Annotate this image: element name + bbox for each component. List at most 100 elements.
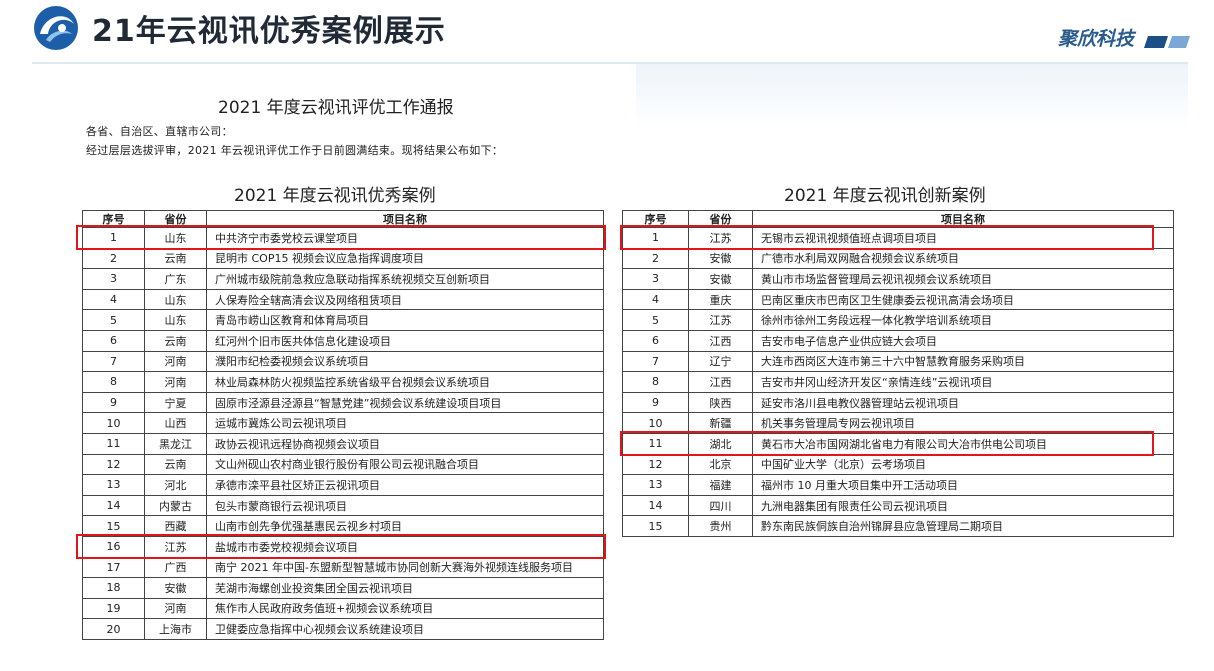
cell-province: 云南 (144, 453, 207, 476)
cell-no: 5 (82, 309, 145, 331)
cell-project-name: 大连市西岗区大连市第三十六中智慧教育服务采购项目 (752, 350, 1174, 373)
cell-project-name: 吉安市电子信息产业供应链大会项目 (752, 329, 1174, 352)
page-title: 21年云视讯优秀案例展示 (92, 14, 446, 49)
table-row: 5 山东 青岛市崂山区教育和体育局项目 (82, 309, 604, 331)
cell-no: 11 (82, 432, 145, 455)
cell-no: 2 (82, 247, 145, 270)
table-row: 13 福建 福州市 10 月重大项目集中开工活动项目 (622, 474, 1174, 496)
innovation-cases-table: 序号 省份 项目名称 1 江苏 无锡市云视讯视频值班点调项目项目 2 安徽 广德市水利局双… (622, 210, 1174, 537)
table-row: 6 江西 吉安市电子信息产业供应链大会项目 (622, 329, 1174, 352)
cell-no: 4 (622, 288, 689, 311)
cell-project-name: 黄山市市场监督管理局云视讯视频会议系统项目 (752, 268, 1174, 290)
highlight-box (76, 225, 606, 250)
table-row: 8 江西 吉安市井冈山经济开发区“亲情连线”云视讯项目 (622, 371, 1174, 393)
table-row: 4 山东 人保寿险全辖高清会议及网络租赁项目 (82, 288, 604, 311)
brand-stripes-icon (1144, 36, 1190, 48)
cell-province: 宁夏 (144, 391, 207, 414)
table-row: 13 河北 承德市滦平县社区矫正云视讯项目 (82, 474, 604, 496)
cell-project-name: 焦作市人民政府政务值班+视频会议系统项目 (206, 597, 604, 620)
cell-no: 17 (82, 556, 145, 579)
table-row: 17 广西 南宁 2021 年中国-东盟新型智慧城市协同创新大赛海外视频连线服务项目 (82, 556, 604, 579)
cell-no: 19 (82, 597, 145, 620)
cell-project-name: 青岛市崂山区教育和体育局项目 (206, 309, 604, 331)
cell-province: 安徽 (144, 577, 207, 599)
cell-province: 贵州 (688, 515, 753, 537)
cell-project-name: 南宁 2021 年中国-东盟新型智慧城市协同创新大赛海外视频连线服务项目 (206, 556, 604, 579)
cell-province: 山东 (144, 309, 207, 331)
cell-no: 3 (82, 268, 145, 290)
highlight-box (76, 534, 606, 559)
table-row: 19 河南 焦作市人民政府政务值班+视频会议系统项目 (82, 597, 604, 620)
cell-project-name: 昆明市 COP15 视频会议应急指挥调度项目 (206, 247, 604, 270)
cell-project-name: 巴南区重庆市巴南区卫生健康委云视讯高清会场项目 (752, 288, 1174, 311)
table-row: 15 贵州 黔东南民族侗族自治州锦屏县应急管理局二期项目 (622, 515, 1174, 537)
cell-province: 内蒙古 (144, 494, 207, 517)
cell-no: 8 (82, 371, 145, 393)
cell-project-name: 广州城市级院前急救应急联动指挥系统视频交互创新项目 (206, 268, 604, 290)
cell-no: 4 (82, 288, 145, 311)
cell-project-name: 包头市蒙商银行云视讯项目 (206, 494, 604, 517)
table-row: 8 河南 林业局森林防火视频监控系统省级平台视频会议系统项目 (82, 371, 604, 393)
brand-name: 聚欣科技 (1058, 28, 1135, 50)
cell-province: 河北 (144, 474, 207, 496)
cell-no: 5 (622, 309, 689, 331)
table-row: 2 安徽 广德市水利局双网融合视频会议系统项目 (622, 247, 1174, 270)
cell-no: 3 (622, 268, 689, 290)
table-row: 2 云南 昆明市 COP15 视频会议应急指挥调度项目 (82, 247, 604, 270)
table-row: 4 重庆 巴南区重庆市巴南区卫生健康委云视讯高清会场项目 (622, 288, 1174, 311)
cell-project-name: 黔东南民族侗族自治州锦屏县应急管理局二期项目 (752, 515, 1174, 537)
cell-project-name: 福州市 10 月重大项目集中开工活动项目 (752, 474, 1174, 496)
cell-project-name: 承德市滦平县社区矫正云视讯项目 (206, 474, 604, 496)
cell-province: 山东 (144, 288, 207, 311)
cell-no: 9 (622, 391, 689, 414)
excellent-cases-table: 序号 省份 项目名称 1 山东 中共济宁市委党校云课堂项目 2 云南 昆明市 COP15 … (82, 210, 604, 640)
cell-no: 13 (622, 474, 689, 496)
document-salutation: 各省、自治区、直辖市公司： (86, 125, 233, 138)
cell-project-name: 广德市水利局双网融合视频会议系统项目 (752, 247, 1174, 270)
cell-no: 12 (82, 453, 145, 476)
cell-project-name: 吉安市井冈山经济开发区“亲情连线”云视讯项目 (752, 371, 1174, 393)
table-row: 14 内蒙古 包头市蒙商银行云视讯项目 (82, 494, 604, 517)
cell-no: 7 (82, 350, 145, 373)
cell-project-name: 固原市泾源县泾源县“智慧党建”视频会议系统建设项目项目 (206, 391, 604, 414)
cell-project-name: 延安市洛川县电教仪器管理站云视讯项目 (752, 391, 1174, 414)
cell-no: 18 (82, 577, 145, 599)
logo-icon (34, 6, 78, 50)
cell-province: 广西 (144, 556, 207, 579)
header-decoration (636, 64, 1188, 128)
cell-province: 陕西 (688, 391, 753, 414)
cell-project-name: 运城市冀炼公司云视讯项目 (206, 412, 604, 434)
cell-no: 6 (622, 329, 689, 352)
cell-project-name: 人保寿险全辖高清会议及网络租赁项目 (206, 288, 604, 311)
cell-project-name: 政协云视讯远程协商视频会议项目 (206, 432, 604, 455)
cell-no: 9 (82, 391, 145, 414)
cell-province: 辽宁 (688, 350, 753, 373)
cell-province: 云南 (144, 247, 207, 270)
cell-no: 20 (82, 618, 145, 640)
cell-province: 福建 (688, 474, 753, 496)
cell-no: 14 (622, 494, 689, 517)
table-row: 6 云南 红河州个旧市医共体信息化建设项目 (82, 329, 604, 352)
cell-project-name: 中国矿业大学（北京）云考场项目 (752, 453, 1174, 476)
cell-province: 上海市 (144, 618, 207, 640)
cell-no: 2 (622, 247, 689, 270)
cell-no: 12 (622, 453, 689, 476)
cell-project-name: 濮阳市纪检委视频会议系统项目 (206, 350, 604, 373)
document-title: 2021 年度云视讯评优工作通报 (218, 98, 454, 118)
document-body: 经过层层选拔评审，2021 年云视讯评优工作于日前圆满结束。现将结果公布如下： (86, 144, 504, 157)
table-row: 11 黑龙江 政协云视讯远程协商视频会议项目 (82, 432, 604, 455)
cell-province: 山西 (144, 412, 207, 434)
cell-province: 四川 (688, 494, 753, 517)
cell-province: 江苏 (688, 309, 753, 331)
cell-project-name: 林业局森林防火视频监控系统省级平台视频会议系统项目 (206, 371, 604, 393)
cell-project-name: 九洲电器集团有限责任公司云视讯项目 (752, 494, 1174, 517)
excellent-table-title: 2021 年度云视讯优秀案例 (234, 186, 436, 206)
table-row: 3 广东 广州城市级院前急救应急联动指挥系统视频交互创新项目 (82, 268, 604, 290)
innovation-table-title: 2021 年度云视讯创新案例 (784, 186, 986, 206)
highlight-box (620, 431, 1154, 456)
cell-no: 6 (82, 329, 145, 352)
cell-province: 黑龙江 (144, 432, 207, 455)
cell-no: 13 (82, 474, 145, 496)
cell-project-name: 文山州砚山农村商业银行股份有限公司云视讯融合项目 (206, 453, 604, 476)
table-row: 20 上海市 卫健委应急指挥中心视频会议系统建设项目 (82, 618, 604, 640)
